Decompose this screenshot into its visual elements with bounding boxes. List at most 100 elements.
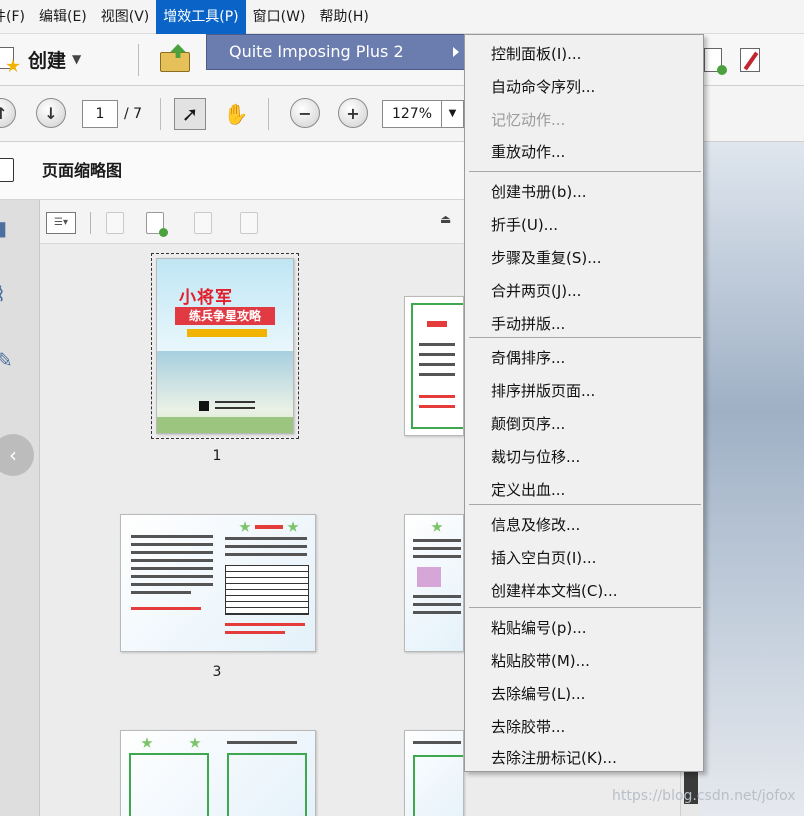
star-icon: [287, 521, 299, 532]
next-page-icon[interactable]: ↓: [36, 98, 66, 128]
text-line: [413, 595, 461, 598]
quite-imposing-menu-item[interactable]: Quite Imposing Plus 2: [229, 35, 404, 69]
text-line: [413, 603, 461, 606]
page-thumbnail-5[interactable]: [120, 730, 316, 816]
text-line: [131, 575, 213, 578]
text-line: [419, 363, 455, 366]
text-line: [225, 623, 305, 626]
menu-item-paste-tape[interactable]: 粘贴胶带(M)...: [491, 650, 590, 671]
star-icon: [239, 521, 251, 532]
menu-item-create-sample[interactable]: 创建样本文档(C)...: [491, 580, 617, 601]
text-line: [131, 583, 213, 586]
page-number-label-3: 3: [212, 664, 222, 680]
insert-page-icon[interactable]: [146, 212, 168, 237]
menu-item-paste-numbers[interactable]: 粘贴编号(p)...: [491, 617, 587, 638]
page-heading: [427, 321, 447, 327]
chevron-down-icon: ▼: [72, 52, 82, 66]
cover-banner: [187, 329, 267, 337]
zoom-out-icon[interactable]: −: [290, 98, 320, 128]
options-icon[interactable]: ☰▾: [46, 212, 76, 234]
menu-item-reverse-order[interactable]: 颠倒页序...: [491, 413, 565, 434]
menu-item-merge-pages[interactable]: 合并两页(J)...: [491, 280, 581, 301]
text-line: [131, 543, 213, 546]
page-number-input[interactable]: 1: [82, 100, 118, 128]
page-thumbnail-6[interactable]: [404, 730, 464, 816]
text-line: [225, 537, 307, 540]
text-line: [225, 553, 307, 556]
menu-item-crop-shift[interactable]: 裁切与位移...: [491, 446, 580, 467]
star-icon: [189, 737, 201, 748]
page-border: [129, 753, 209, 816]
qr-code-icon: [199, 401, 209, 411]
page-thumbnail-2[interactable]: [404, 296, 464, 436]
text-line: [131, 567, 213, 570]
zoom-in-icon[interactable]: +: [338, 98, 368, 128]
quite-imposing-submenu: 控制面板(I)... 自动命令序列... 记忆动作... 重放动作... 创建书…: [464, 34, 704, 772]
text-line: [413, 611, 461, 614]
menu-item-remove-tape[interactable]: 去除胶带...: [491, 716, 565, 737]
menu-edit[interactable]: 编辑(E): [32, 0, 94, 34]
page-border: [227, 753, 307, 816]
hand-tool-icon[interactable]: ✋: [220, 98, 252, 130]
menu-item-manual-imposition[interactable]: 手动拼版...: [491, 313, 565, 334]
menu-separator: [469, 607, 701, 608]
redo-page-icon[interactable]: [194, 212, 212, 234]
text-line: [225, 545, 307, 548]
prev-page-icon[interactable]: ↑: [0, 98, 16, 128]
page-heading: [255, 525, 283, 529]
data-table: [225, 565, 309, 615]
text-line: [419, 405, 455, 408]
text-line: [131, 591, 191, 594]
open-folder-icon[interactable]: [160, 44, 192, 74]
eject-icon[interactable]: ⏏: [440, 212, 451, 234]
page-thumbnail-1[interactable]: 小将军 练兵争星攻略: [151, 253, 299, 439]
menu-window[interactable]: 窗口(W): [246, 0, 313, 34]
delete-page-icon[interactable]: [106, 212, 124, 234]
document-view[interactable]: [700, 142, 804, 816]
submenu-arrow-icon: [453, 47, 459, 57]
page-thumbnails-icon[interactable]: ▮: [0, 216, 16, 242]
menu-item-step-repeat[interactable]: 步骤及重复(S)...: [491, 247, 602, 268]
page-thumbnail-4[interactable]: [404, 514, 464, 652]
cover-text-line: [215, 401, 255, 403]
export-icon[interactable]: [704, 48, 727, 75]
text-line: [419, 373, 455, 376]
menu-help[interactable]: 帮助(H): [312, 0, 375, 34]
attachment-icon[interactable]: ⌇: [0, 282, 16, 308]
menu-item-info-modify[interactable]: 信息及修改...: [491, 514, 580, 535]
panel-title: 页面缩略图: [42, 161, 123, 180]
menu-separator: [469, 337, 701, 338]
menu-item-odd-even-sort[interactable]: 奇偶排序...: [491, 347, 565, 368]
menu-view[interactable]: 视图(V): [94, 0, 157, 34]
text-line: [131, 559, 213, 562]
select-tool-icon[interactable]: ➚: [174, 98, 206, 130]
menu-item-sort-pages[interactable]: 排序拼版页面...: [491, 380, 595, 401]
rotate-page-icon[interactable]: [240, 212, 258, 234]
page-number-label-1: 1: [212, 448, 222, 464]
text-line: [131, 607, 201, 610]
menu-item-insert-blank[interactable]: 插入空白页(I)...: [491, 547, 596, 568]
menu-separator: [469, 504, 701, 505]
menu-plugins[interactable]: 增效工具(P): [156, 0, 246, 34]
plugins-submenu: Quite Imposing Plus 2: [206, 34, 468, 70]
page-thumbnail-3[interactable]: [120, 514, 316, 652]
menu-item-replay-actions[interactable]: 重放动作...: [491, 141, 565, 162]
menu-item-auto-sequence[interactable]: 自动命令序列...: [491, 76, 595, 97]
toolbar-divider: [138, 44, 139, 76]
text-line: [413, 547, 461, 550]
menu-item-remove-numbers[interactable]: 去除编号(L)...: [491, 683, 585, 704]
signature-icon[interactable]: ✎: [0, 348, 16, 374]
create-pdf-icon: [0, 45, 22, 73]
menu-item-remove-reg-marks[interactable]: 去除注册标记(K)...: [491, 747, 617, 768]
menu-item-create-booklet[interactable]: 创建书册(b)...: [491, 181, 587, 202]
menu-item-define-bleed[interactable]: 定义出血...: [491, 479, 565, 500]
menu-file[interactable]: 件(F): [0, 0, 32, 34]
star-icon: [431, 521, 443, 532]
create-button[interactable]: 创建 ▼: [0, 42, 81, 76]
zoom-dropdown-icon[interactable]: ▼: [442, 100, 464, 128]
sign-icon[interactable]: [740, 48, 760, 72]
page-total: / 7: [124, 106, 143, 122]
zoom-input[interactable]: 127%: [382, 100, 442, 128]
menu-item-fold[interactable]: 折手(U)...: [491, 214, 558, 235]
menu-item-control-panel[interactable]: 控制面板(I)...: [491, 43, 581, 64]
